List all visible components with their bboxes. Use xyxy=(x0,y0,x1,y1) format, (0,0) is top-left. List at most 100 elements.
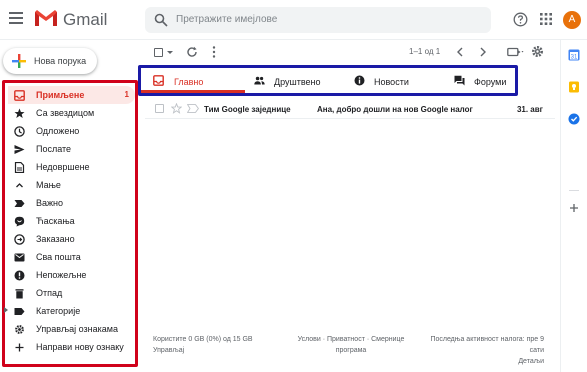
sidebar-nav: Примљене 1 Са звездицом Одложено Послате… xyxy=(2,80,138,367)
sidebar-item-create-label[interactable]: Направи нову ознаку xyxy=(8,338,135,356)
sidebar-item-scheduled[interactable]: Заказано xyxy=(8,230,135,248)
send-icon xyxy=(14,145,25,154)
sidebar-item-label: Непожељне xyxy=(36,270,87,280)
storage-usage: Користите 0 GB (0%) од 15 GB xyxy=(153,336,253,343)
chevron-left-icon[interactable] xyxy=(455,46,465,58)
tab-label: Главно xyxy=(174,77,204,87)
draft-icon xyxy=(14,162,25,173)
sidebar-item-trash[interactable]: Отпад xyxy=(8,284,135,302)
sidebar-item-label: Управљај ознакама xyxy=(36,324,118,334)
chat-icon xyxy=(14,216,25,227)
sidebar-item-label: Мање xyxy=(36,180,61,190)
scheduled-icon xyxy=(14,234,25,245)
calendar-icon[interactable]: 31 xyxy=(568,49,580,61)
mail-toolbar: 1–1 од 1 xyxy=(145,40,555,64)
page-range: 1–1 од 1 xyxy=(409,47,441,56)
sidebar-item-spam[interactable]: Непожељне xyxy=(8,266,135,284)
help-icon[interactable] xyxy=(513,12,528,27)
manage-storage-link[interactable]: Управљај xyxy=(153,345,293,356)
expand-caret-icon[interactable] xyxy=(4,307,8,313)
side-panel-divider xyxy=(569,190,579,191)
sidebar-item-label: Одложено xyxy=(36,126,80,136)
unread-count: 1 xyxy=(124,90,129,99)
compose-label: Нова порука xyxy=(34,56,87,66)
footer-links[interactable]: Услови · Приватност · Смернице програма xyxy=(288,334,414,356)
sidebar-item-drafts[interactable]: Недовршене xyxy=(8,158,135,176)
search-bar[interactable]: Претражите имејлове xyxy=(145,7,491,33)
sidebar-item-label: Важно xyxy=(36,198,64,208)
side-panel: 31 xyxy=(560,40,587,372)
chevron-up-icon xyxy=(16,183,23,188)
sidebar-item-sent[interactable]: Послате xyxy=(8,140,135,158)
select-dropdown-icon[interactable] xyxy=(167,51,173,54)
sidebar-item-snoozed[interactable]: Одложено xyxy=(8,122,135,140)
inbox-icon xyxy=(153,75,164,86)
tab-label: Друштвено xyxy=(274,77,321,87)
tab-forums[interactable]: Форуми xyxy=(449,68,515,93)
details-link[interactable]: Детаљи xyxy=(420,356,544,367)
search-icon[interactable] xyxy=(154,13,168,27)
compose-button[interactable]: Нова порука xyxy=(3,48,97,74)
sidebar-item-label: Ћаскања xyxy=(36,216,75,226)
account-activity: Последња активност налога: пре 9 сати Де… xyxy=(420,334,544,367)
select-checkbox-icon[interactable] xyxy=(154,48,163,57)
spam-icon xyxy=(14,270,25,281)
sidebar-item-label: Недовршене xyxy=(36,162,90,172)
sidebar-item-label: Са звездицом xyxy=(36,108,95,118)
sidebar-item-all-mail[interactable]: Сва пошта xyxy=(8,248,135,266)
more-icon[interactable] xyxy=(212,46,216,58)
importance-marker-icon[interactable] xyxy=(187,104,199,113)
apps-icon[interactable] xyxy=(540,13,552,25)
account-avatar[interactable]: A xyxy=(563,11,581,29)
storage-info: Користите 0 GB (0%) од 15 GB Управљај xyxy=(153,334,293,356)
sidebar-item-label: Сва пошта xyxy=(36,252,81,262)
sidebar-item-chats[interactable]: Ћаскања xyxy=(8,212,135,230)
tab-social[interactable]: Друштвено xyxy=(249,68,345,93)
forum-icon xyxy=(454,75,465,86)
gmail-logo[interactable] xyxy=(34,9,58,27)
tab-label: Форуми xyxy=(474,77,507,87)
search-input[interactable]: Претражите имејлове xyxy=(176,14,277,25)
inbox-icon xyxy=(14,90,25,101)
sidebar-item-label: Категорије xyxy=(36,306,81,316)
people-icon xyxy=(254,76,265,85)
menu-icon[interactable] xyxy=(9,12,23,24)
gear-icon xyxy=(15,325,24,334)
email-date: 31. авг xyxy=(516,105,543,114)
sidebar-item-starred[interactable]: Са звездицом xyxy=(8,104,135,122)
compose-plus-icon xyxy=(12,54,26,68)
tab-primary[interactable]: Главно xyxy=(141,68,245,93)
refresh-icon[interactable] xyxy=(186,46,198,58)
sidebar-item-label: Заказано xyxy=(36,234,75,244)
email-subject: Ана, добро дошли на нов Google налог xyxy=(317,105,473,114)
keep-icon[interactable] xyxy=(568,81,580,93)
label-important-icon xyxy=(14,200,25,207)
last-activity: Последња активност налога: пре 9 сати xyxy=(430,336,544,354)
label-icon xyxy=(14,308,25,315)
tab-promotions[interactable]: Новости xyxy=(349,68,445,93)
sidebar-item-important[interactable]: Важно xyxy=(8,194,135,212)
top-bar: Gmail Претражите имејлове A xyxy=(0,0,587,40)
tab-label: Новости xyxy=(374,77,409,87)
all-mail-icon xyxy=(14,253,25,262)
add-addon-icon[interactable] xyxy=(569,203,579,213)
info-icon xyxy=(354,75,365,86)
sidebar-item-manage-labels[interactable]: Управљај ознакама xyxy=(8,320,135,338)
sidebar-item-inbox[interactable]: Примљене 1 xyxy=(8,86,135,104)
email-sender: Тим Google заједнице xyxy=(204,105,291,114)
sidebar-item-label: Отпад xyxy=(36,288,63,298)
row-checkbox[interactable] xyxy=(155,104,164,113)
sidebar-item-label: Направи нову ознаку xyxy=(36,342,124,352)
app-name: Gmail xyxy=(63,10,108,29)
settings-icon[interactable] xyxy=(531,45,544,58)
tasks-icon[interactable] xyxy=(568,113,580,125)
sidebar-item-less[interactable]: Мање xyxy=(8,176,135,194)
chevron-right-icon[interactable] xyxy=(478,46,488,58)
table-row[interactable]: Тим Google заједнице Ана, добро дошли на… xyxy=(145,99,555,119)
category-tabs: Главно Друштвено Новости Форуми xyxy=(138,65,518,96)
sidebar-item-label: Послате xyxy=(36,144,72,154)
sidebar-item-categories[interactable]: Категорије xyxy=(4,302,135,320)
star-icon[interactable] xyxy=(171,103,182,114)
star-icon xyxy=(14,108,25,118)
input-tools-icon[interactable] xyxy=(507,46,525,58)
